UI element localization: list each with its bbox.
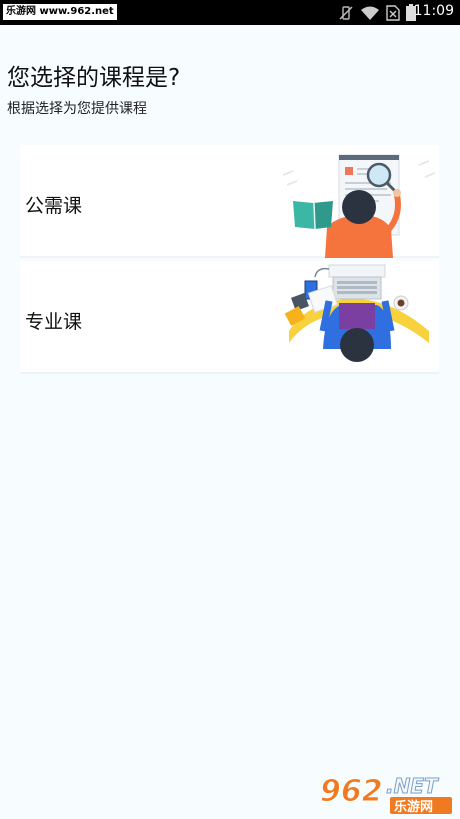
course-label-professional: 专业课 bbox=[25, 311, 83, 333]
vibrate-muted-icon bbox=[339, 5, 353, 20]
researcher-with-magnifier-illustration bbox=[282, 154, 436, 258]
site-watermark-logo: 962 .NET 乐游网 bbox=[320, 774, 452, 815]
no-sim-icon bbox=[386, 5, 400, 21]
course-label-public: 公需课 bbox=[25, 195, 83, 217]
status-bar: 乐游网 www.962.net 11:09 bbox=[0, 0, 460, 25]
brand-name: 乐游网 bbox=[394, 799, 433, 815]
status-time: 11:09 bbox=[413, 3, 454, 19]
course-selection-page: 您选择的课程是? 根据选择为您提供课程 公需课 专业课 962 .NET 乐游网 bbox=[0, 25, 460, 819]
course-card-public[interactable]: 公需课 bbox=[20, 145, 439, 258]
brand-suffix: .NET bbox=[386, 774, 439, 798]
wifi-icon bbox=[361, 6, 379, 20]
status-icons bbox=[338, 4, 416, 21]
watermark-badge: 乐游网 www.962.net bbox=[3, 4, 117, 20]
course-card-professional[interactable]: 专业课 bbox=[20, 261, 439, 374]
page-title: 您选择的课程是? bbox=[7, 65, 181, 91]
brand-number: 962 bbox=[320, 774, 383, 809]
student-at-laptop-illustration bbox=[284, 264, 429, 362]
page-subtitle: 根据选择为您提供课程 bbox=[7, 101, 147, 117]
